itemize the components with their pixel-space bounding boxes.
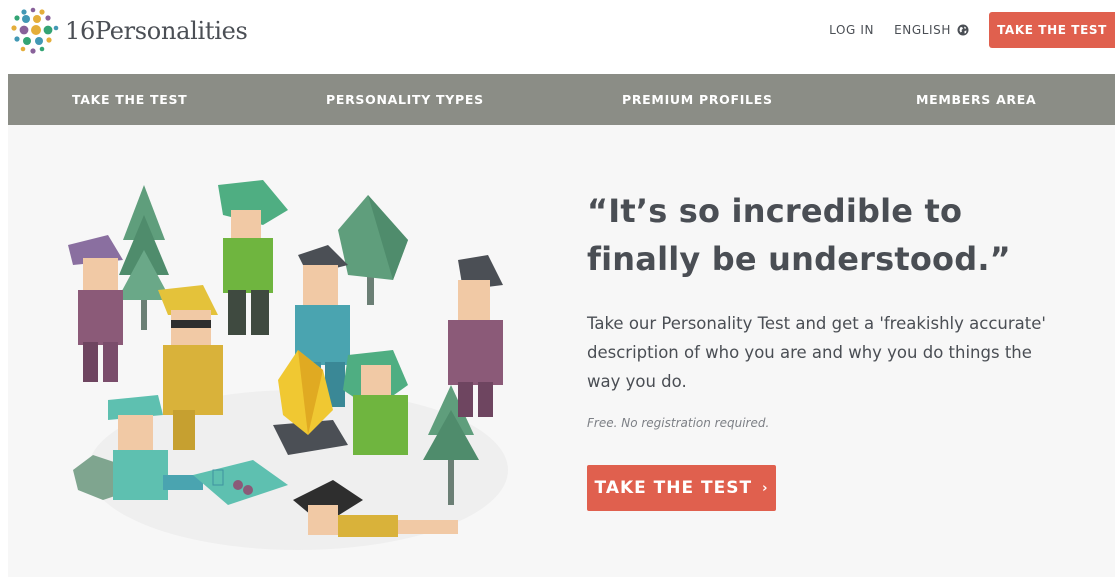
hero-quote: “It’s so incredible to finally be unders… (587, 192, 1011, 278)
header-take-test-button[interactable]: TAKE THE TEST (989, 12, 1115, 48)
language-selector[interactable]: ENGLISH (894, 23, 969, 37)
hero-description: Take our Personality Test and get a 'fre… (587, 314, 1046, 391)
cta-label: TAKE THE TEST (594, 478, 753, 498)
hero-section: “It’s so incredible to finally be unders… (8, 125, 1115, 577)
hero-take-test-button[interactable]: TAKE THE TEST › (587, 465, 776, 511)
tree-left (117, 185, 171, 330)
character-right-man (448, 255, 503, 417)
character-purple-man (68, 235, 123, 382)
login-link[interactable]: LOG IN (829, 23, 874, 37)
character-green-man (218, 180, 288, 335)
nav-take-the-test[interactable]: TAKE THE TEST (72, 74, 187, 125)
dots-logo-icon (11, 7, 59, 54)
globe-icon (957, 24, 969, 36)
nav-members-area[interactable]: MEMBERS AREA (916, 74, 1036, 125)
top-links: LOG IN ENGLISH TAKE THE TEST (829, 12, 1115, 48)
language-label: ENGLISH (894, 23, 951, 37)
hero-note: Free. No registration required. (587, 416, 770, 430)
main-nav: TAKE THE TEST PERSONALITY TYPES PREMIUM … (8, 74, 1115, 125)
tree-top-right (338, 195, 408, 305)
site-logo[interactable]: 16Personalities (10, 6, 248, 56)
nav-personality-types[interactable]: PERSONALITY TYPES (326, 74, 484, 125)
characters-illustration (68, 180, 508, 550)
chevron-right-icon: › (762, 480, 769, 496)
logo-text: 16Personalities (65, 17, 248, 45)
site-header: 16Personalities LOG IN ENGLISH TAKE THE … (0, 0, 1115, 74)
nav-premium-profiles[interactable]: PREMIUM PROFILES (622, 74, 773, 125)
